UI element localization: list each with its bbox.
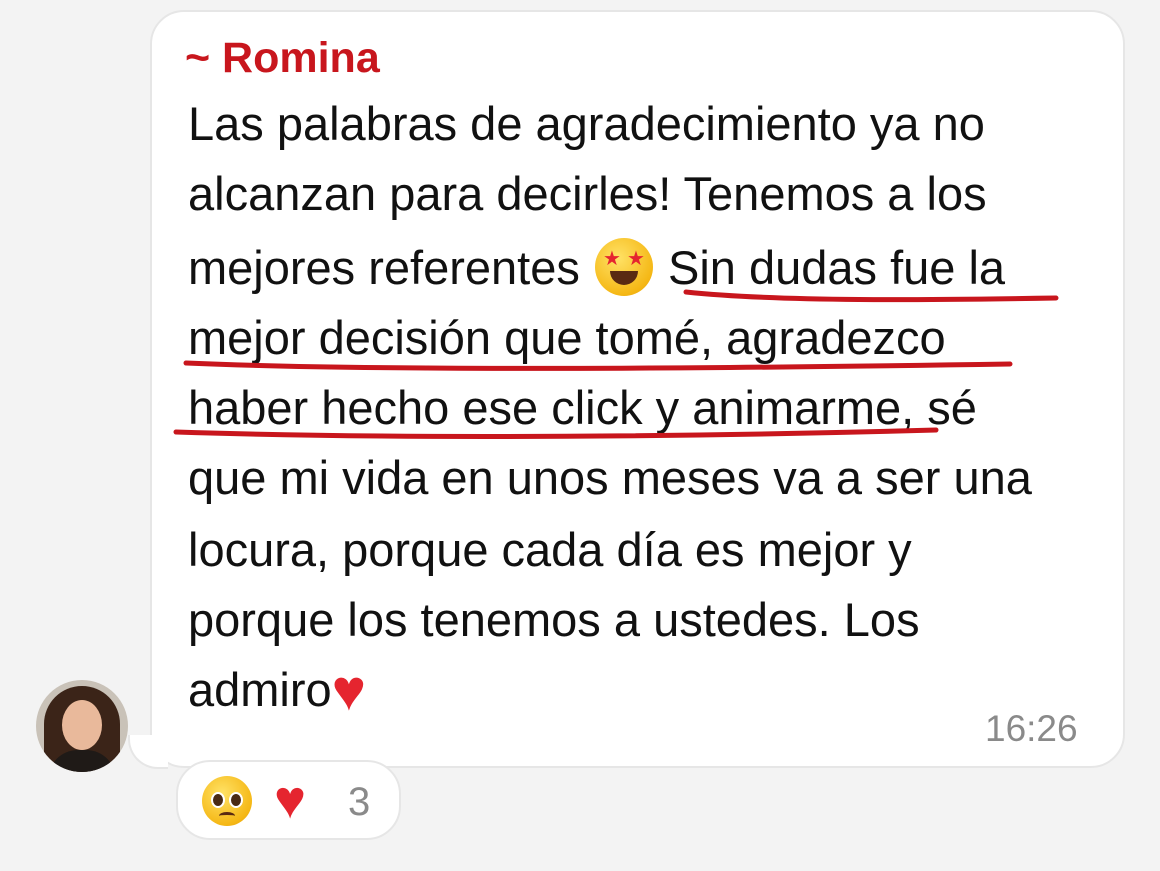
underline-stroke <box>183 360 1013 371</box>
underline-stroke <box>173 427 939 439</box>
reaction-count: 3 <box>348 780 371 824</box>
pleading-face-icon <box>202 776 252 826</box>
underline-stroke <box>683 289 1059 303</box>
avatar[interactable] <box>36 680 128 772</box>
message-timestamp: 16:26 <box>985 708 1078 749</box>
reactions-pill[interactable]: ♥ 3 <box>176 760 401 840</box>
red-heart-icon: ♥ <box>274 770 307 830</box>
